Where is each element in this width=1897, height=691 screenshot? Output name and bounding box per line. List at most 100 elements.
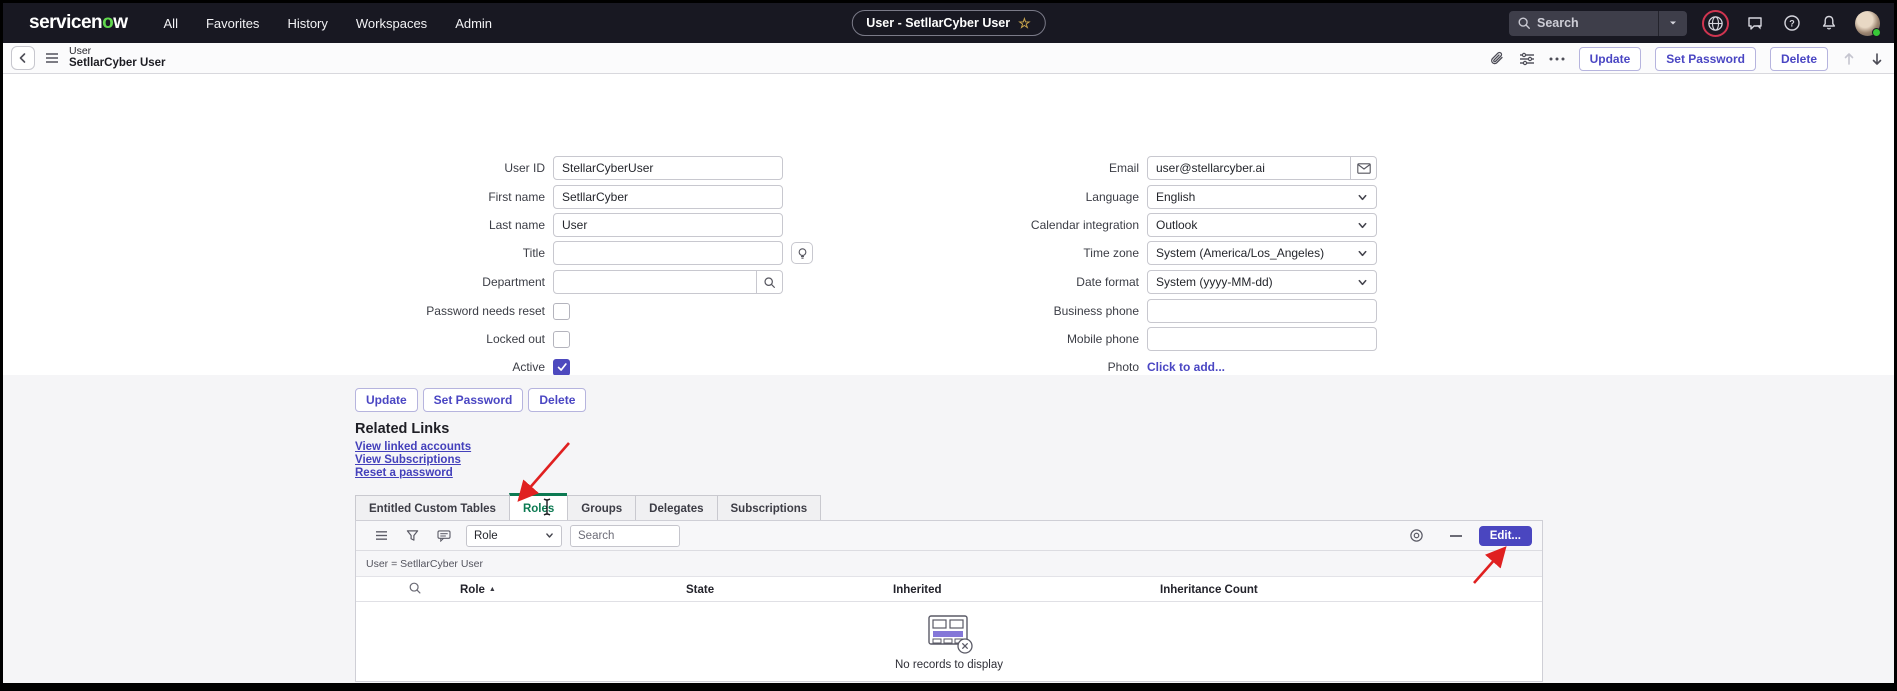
field-row-calendar-integration: Calendar integration Outlook: [977, 213, 1377, 237]
calendar-integration-select[interactable]: Outlook: [1147, 213, 1377, 237]
reset-a-password-link[interactable]: Reset a password: [355, 467, 471, 479]
nav-item-history[interactable]: History: [287, 16, 327, 31]
nav-item-workspaces[interactable]: Workspaces: [356, 16, 427, 31]
collapse-list-icon[interactable]: [1450, 534, 1462, 538]
title-label: Title: [383, 246, 553, 260]
top-right-cluster: ?: [1509, 3, 1880, 43]
business-phone-input[interactable]: [1147, 299, 1377, 323]
column-header-state[interactable]: State: [686, 577, 714, 602]
tab-delegates[interactable]: Delegates: [635, 495, 716, 522]
search-scope-caret[interactable]: [1659, 11, 1687, 36]
more-options-icon[interactable]: [1549, 57, 1565, 61]
email-label: Email: [977, 161, 1147, 175]
user-id-input[interactable]: [553, 156, 783, 180]
tab-roles[interactable]: Roles: [509, 493, 567, 522]
next-record-icon[interactable]: [1870, 52, 1884, 66]
user-avatar[interactable]: [1855, 11, 1880, 36]
screenshot-frame: servicenow All Favorites History Workspa…: [0, 0, 1897, 691]
mobile-phone-input[interactable]: [1147, 327, 1377, 351]
footer-update-button[interactable]: Update: [355, 388, 418, 412]
column-header-role[interactable]: Role ▲: [460, 577, 496, 602]
calendar-integration-label: Calendar integration: [977, 218, 1147, 232]
empty-list-state: No records to display: [356, 602, 1542, 682]
nav-item-admin[interactable]: Admin: [455, 16, 492, 31]
last-name-input[interactable]: [553, 213, 783, 237]
view-linked-accounts-link[interactable]: View linked accounts: [355, 441, 471, 453]
nav-item-favorites[interactable]: Favorites: [206, 16, 259, 31]
time-zone-select[interactable]: System (America/Los_Angeles): [1147, 241, 1377, 265]
delete-button[interactable]: Delete: [1770, 47, 1828, 71]
footer-delete-button[interactable]: Delete: [528, 388, 586, 412]
favorite-star-icon[interactable]: ☆: [1018, 16, 1031, 30]
related-list-tabs: Entitled Custom Tables Roles Groups Dele…: [355, 493, 821, 522]
servicenow-window: servicenow All Favorites History Workspa…: [3, 3, 1894, 683]
tab-subscriptions[interactable]: Subscriptions: [717, 495, 822, 522]
record-header-actions: Update Set Password Delete: [1489, 43, 1884, 74]
previous-record-icon[interactable]: [1842, 52, 1856, 66]
notifications-bell-icon[interactable]: [1818, 12, 1840, 34]
view-subscriptions-link[interactable]: View Subscriptions: [355, 454, 471, 466]
first-name-input[interactable]: [553, 185, 783, 209]
column-search-icon[interactable]: [408, 581, 422, 595]
list-settings-gear-icon[interactable]: [1409, 528, 1424, 543]
column-header-inherited[interactable]: Inherited: [893, 577, 942, 602]
back-button[interactable]: [11, 46, 35, 70]
presence-dot: [1872, 28, 1881, 37]
servicenow-logo[interactable]: servicenow: [29, 12, 128, 34]
title-suggestion-button[interactable]: [791, 242, 813, 264]
language-select[interactable]: English: [1147, 185, 1377, 209]
user-id-label: User ID: [383, 161, 553, 175]
field-row-password-needs-reset: Password needs reset: [383, 299, 570, 323]
department-input[interactable]: [553, 270, 757, 294]
column-header-inherited-label: Inherited: [893, 584, 942, 596]
list-context-menu-icon[interactable]: [375, 530, 388, 541]
attachment-paperclip-icon[interactable]: [1489, 51, 1505, 67]
footer-set-password-button[interactable]: Set Password: [423, 388, 524, 412]
active-checkbox[interactable]: [553, 359, 570, 376]
chevron-down-icon: [1357, 220, 1368, 231]
empty-list-message: No records to display: [895, 659, 1003, 671]
column-header-inheritance-count[interactable]: Inheritance Count: [1160, 577, 1258, 602]
update-button[interactable]: Update: [1579, 47, 1642, 71]
search-field-select[interactable]: Role: [466, 525, 562, 547]
list-search-input[interactable]: [570, 525, 680, 547]
password-needs-reset-checkbox[interactable]: [553, 303, 570, 320]
personalize-form-icon[interactable]: [1519, 52, 1535, 66]
password-needs-reset-label: Password needs reset: [383, 304, 553, 318]
globe-highlight-ring[interactable]: [1702, 10, 1729, 37]
date-format-select[interactable]: System (yyyy-MM-dd): [1147, 270, 1377, 294]
help-icon[interactable]: ?: [1781, 12, 1803, 34]
list-toolbar-right: Edit...: [1400, 526, 1532, 546]
mobile-phone-label: Mobile phone: [977, 332, 1147, 346]
global-search-input[interactable]: [1537, 16, 1658, 30]
column-header-inheritance-count-label: Inheritance Count: [1160, 584, 1258, 596]
related-links: View linked accounts View Subscriptions …: [355, 441, 471, 479]
breadcrumb[interactable]: User = SetllarCyber User: [366, 558, 483, 570]
field-row-mobile-phone: Mobile phone: [977, 327, 1377, 351]
chat-icon[interactable]: [1744, 12, 1766, 34]
set-password-button[interactable]: Set Password: [1655, 47, 1756, 71]
search-icon: [1517, 16, 1531, 30]
edit-button[interactable]: Edit...: [1479, 526, 1532, 546]
email-input[interactable]: [1147, 156, 1351, 180]
language-value: English: [1156, 190, 1357, 204]
chevron-down-icon: [1357, 248, 1368, 259]
context-pill[interactable]: User - SetllarCyber User ☆: [851, 10, 1045, 36]
personalize-list-icon[interactable]: [437, 530, 451, 542]
form-context-menu-icon[interactable]: [45, 52, 59, 64]
logo-green-o: o: [102, 12, 113, 34]
nav-item-all[interactable]: All: [164, 16, 178, 31]
field-row-department: Department: [383, 270, 783, 294]
tab-entitled-custom-tables[interactable]: Entitled Custom Tables: [355, 495, 509, 522]
globe-icon: [1707, 15, 1724, 32]
empty-list-icon: [924, 613, 974, 655]
title-input[interactable]: [553, 241, 783, 265]
photo-click-to-add-link[interactable]: Click to add...: [1147, 360, 1225, 374]
field-row-title: Title: [383, 241, 813, 265]
send-email-button[interactable]: [1351, 156, 1377, 180]
lookup-search-icon: [763, 276, 776, 289]
filter-funnel-icon[interactable]: [406, 529, 419, 542]
tab-groups[interactable]: Groups: [567, 495, 635, 522]
locked-out-checkbox[interactable]: [553, 331, 570, 348]
department-lookup-button[interactable]: [757, 270, 783, 294]
